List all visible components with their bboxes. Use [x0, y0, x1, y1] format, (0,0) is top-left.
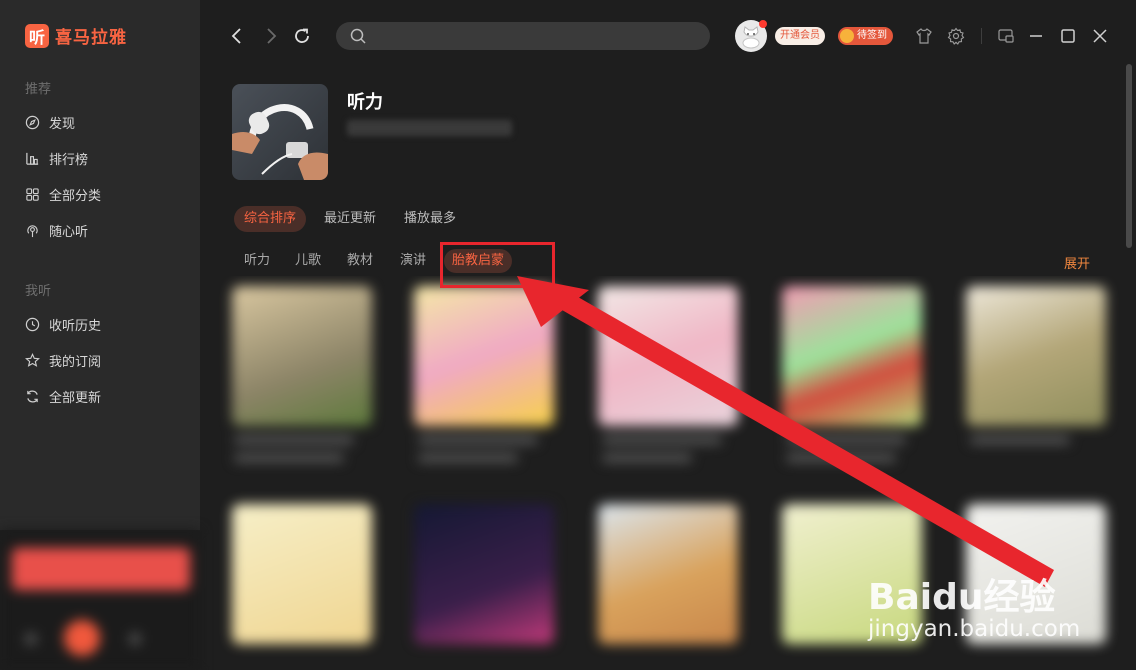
album-title-line [970, 436, 1070, 444]
vip-button[interactable]: 开通会员 [775, 27, 825, 45]
sub-tab-textbooks[interactable]: 教材 [339, 249, 381, 273]
search-icon [350, 28, 366, 44]
watermark-url: jingyan.baidu.com [868, 616, 1081, 642]
album-card[interactable] [598, 504, 738, 644]
forward-button[interactable] [261, 26, 281, 46]
divider [981, 28, 982, 44]
next-icon[interactable] [130, 634, 140, 644]
app-window: 听 喜马拉雅 推荐 发现 排行榜 全部分类 随心听 我听 收听历史 我的订阅 全… [0, 0, 1136, 670]
notification-dot [759, 20, 767, 28]
album-title-line [602, 436, 722, 444]
watermark: Baidu经验 jingyan.baidu.com [868, 568, 1080, 642]
album-card[interactable] [782, 286, 922, 426]
category-cover-image [232, 84, 328, 180]
logo-text: 喜马拉雅 [55, 28, 127, 48]
headphones-image [232, 104, 328, 180]
album-title-line [418, 454, 518, 462]
close-button[interactable] [1090, 26, 1110, 46]
skin-button[interactable] [914, 26, 934, 46]
sub-tab-speeches[interactable]: 演讲 [392, 249, 434, 273]
sidebar-item-discover[interactable]: 发现 [25, 113, 75, 132]
settings-button[interactable] [946, 26, 966, 46]
tshirt-icon [916, 28, 932, 44]
sign-in-button[interactable]: 待签到 [838, 27, 893, 45]
album-title-line [234, 454, 344, 462]
chevron-right-icon [267, 28, 277, 44]
sort-tab-comprehensive[interactable]: 综合排序 [234, 206, 307, 232]
album-card[interactable] [598, 286, 738, 426]
section-title-recommend: 推荐 [25, 82, 52, 97]
sort-tab-recent[interactable]: 最近更新 [314, 206, 386, 232]
sign-in-label: 待签到 [857, 30, 887, 41]
sidebar-item-random-listen[interactable]: 随心听 [25, 221, 88, 240]
logo-icon: 听 [25, 23, 49, 48]
back-button[interactable] [227, 26, 247, 46]
chart-icon [26, 152, 39, 165]
refresh-button[interactable] [292, 26, 312, 46]
promo-banner[interactable] [12, 548, 190, 590]
radio-icon [27, 225, 38, 238]
maximize-button[interactable] [1058, 26, 1078, 46]
minimize-button[interactable] [1026, 26, 1046, 46]
album-card[interactable] [232, 504, 372, 644]
sub-tab-nursery-rhymes[interactable]: 儿歌 [287, 249, 329, 273]
sort-tab-most-played[interactable]: 播放最多 [394, 206, 466, 232]
reload-icon [295, 28, 309, 43]
category-description [347, 120, 512, 136]
avatar[interactable] [735, 20, 767, 52]
sub-tab-listening[interactable]: 听力 [236, 249, 278, 273]
chevron-left-icon [231, 28, 241, 44]
coin-icon [840, 29, 854, 43]
grid-icon [26, 188, 39, 201]
app-logo[interactable]: 听 喜马拉雅 [25, 23, 127, 48]
album-card[interactable] [414, 286, 554, 426]
sidebar-item-rankings[interactable]: 排行榜 [25, 149, 88, 168]
compass-icon [25, 115, 40, 130]
album-title-line [234, 436, 354, 444]
album-card[interactable] [966, 286, 1106, 426]
play-button[interactable] [64, 620, 100, 656]
album-card[interactable] [414, 504, 554, 644]
prev-icon[interactable] [26, 634, 36, 644]
album-title-line [418, 436, 538, 444]
sidebar-item-label: 发现 [49, 117, 76, 132]
search-input[interactable] [336, 22, 710, 50]
sidebar-item-label: 全部分类 [49, 189, 102, 204]
album-title-line [786, 454, 896, 462]
mini-player-icon [998, 29, 1014, 43]
sidebar-item-all-categories[interactable]: 全部分类 [25, 185, 101, 204]
top-bar: 开通会员 待签到 [200, 0, 1136, 72]
album-title-line [786, 436, 906, 444]
annotation-highlight-box [440, 242, 555, 288]
close-icon [1093, 29, 1107, 43]
gear-icon [947, 27, 965, 45]
album-card[interactable] [232, 286, 372, 426]
sidebar-item-label: 随心听 [49, 225, 89, 240]
player-bar [0, 530, 200, 670]
album-title-line [602, 454, 692, 462]
minimize-icon [1030, 35, 1042, 37]
scrollbar[interactable] [1126, 64, 1132, 248]
mini-mode-button[interactable] [996, 26, 1016, 46]
category-title: 听力 [347, 92, 383, 113]
expand-button[interactable]: 展开 [1064, 253, 1090, 272]
watermark-main: Baidu经验 [868, 577, 1056, 618]
maximize-icon [1061, 29, 1075, 43]
sidebar-item-label: 排行榜 [49, 153, 89, 168]
